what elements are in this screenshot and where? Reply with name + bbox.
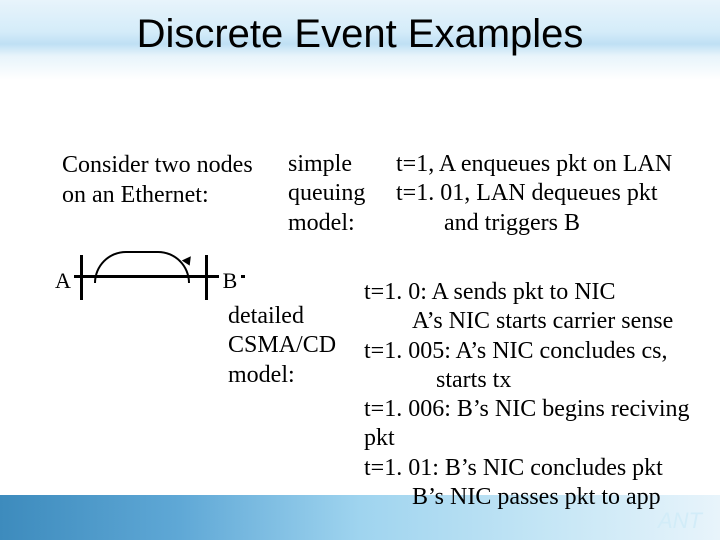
arrow-arc bbox=[90, 231, 198, 271]
node-b-label: B bbox=[219, 268, 241, 294]
arrowhead-icon bbox=[182, 256, 194, 267]
consider-line-2: on an Ethernet: bbox=[62, 182, 209, 208]
d4: starts tx bbox=[364, 367, 511, 393]
sq-line-2: t=1. 01, LAN dequeues pkt bbox=[396, 180, 658, 206]
slide-title: Discrete Event Examples bbox=[0, 12, 720, 57]
sqm-l1: simple bbox=[288, 151, 352, 177]
detailed-model-lines: t=1. 0: A sends pkt to NIC A’s NIC start… bbox=[364, 278, 720, 512]
consider-line-1: Consider two nodes bbox=[62, 152, 253, 178]
tap-a bbox=[80, 255, 83, 300]
logo-text: ANT bbox=[658, 508, 702, 534]
node-a-label: A bbox=[52, 268, 74, 294]
d6: t=1. 01: B’s NIC concludes pkt bbox=[364, 455, 663, 481]
d5: t=1. 006: B’s NIC begins reciving pkt bbox=[364, 396, 690, 451]
sqm-l2: queuing bbox=[288, 180, 365, 206]
arc-body bbox=[94, 251, 190, 283]
det-l2: CSMA/CD bbox=[228, 332, 336, 358]
consider-text: Consider two nodes on an Ethernet: bbox=[62, 150, 253, 210]
simple-queuing-label: simple queuing model: bbox=[288, 150, 365, 238]
simple-queuing-lines: t=1, A enqueues pkt on LAN t=1. 01, LAN … bbox=[396, 150, 672, 238]
sq-line-1: t=1, A enqueues pkt on LAN bbox=[396, 151, 672, 177]
det-l1: detailed bbox=[228, 303, 304, 329]
d1: t=1. 0: A sends pkt to NIC bbox=[364, 279, 616, 305]
tap-b bbox=[205, 255, 208, 300]
d3: t=1. 005: A’s NIC concludes cs, bbox=[364, 338, 668, 364]
slide: Discrete Event Examples Consider two nod… bbox=[0, 0, 720, 540]
d7: B’s NIC passes pkt to app bbox=[364, 484, 661, 510]
sqm-l3: model: bbox=[288, 210, 355, 236]
d2: A’s NIC starts carrier sense bbox=[364, 308, 673, 334]
det-l3: model: bbox=[228, 362, 295, 388]
sq-line-3: and triggers B bbox=[396, 210, 580, 236]
detailed-model-label: detailed CSMA/CD model: bbox=[228, 302, 336, 390]
